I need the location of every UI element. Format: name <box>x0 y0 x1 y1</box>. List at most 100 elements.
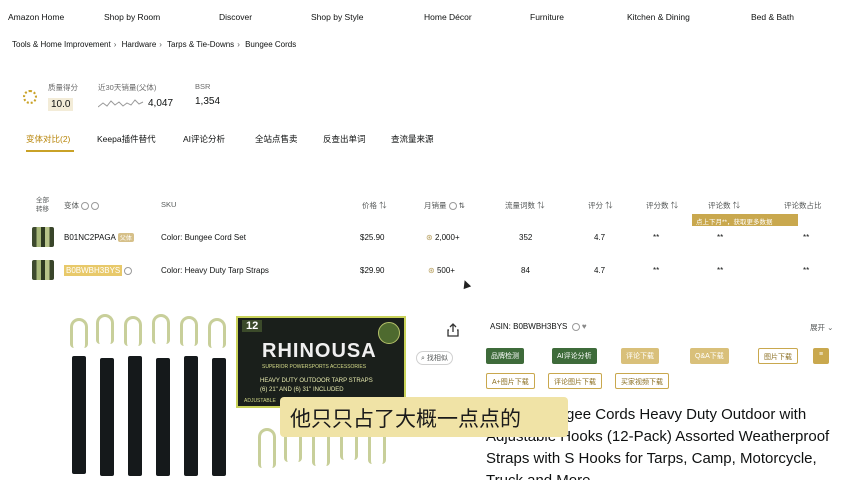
nav-amazon-home[interactable]: Amazon Home <box>8 12 64 22</box>
header-sku: SKU <box>161 200 177 209</box>
nav-bed-bath[interactable]: Bed & Bath <box>751 12 794 22</box>
chevron-right-icon: › <box>159 40 162 49</box>
buyer-video-download-button[interactable]: 买家视频下载 <box>615 373 669 389</box>
sort-icon: ⇅ <box>605 201 613 210</box>
metric-label: BSR <box>195 82 211 91</box>
nav-shop-by-style[interactable]: Shop by Style <box>311 12 363 22</box>
header-variant: 变体 <box>64 200 99 211</box>
metric-label: 质量得分 <box>48 83 78 92</box>
row-price: $29.90 <box>360 266 385 275</box>
hook-shape <box>70 318 88 348</box>
expand-toggle[interactable]: 展开 ⌄ <box>810 322 833 333</box>
mouse-cursor-icon <box>460 278 472 290</box>
nav-discover[interactable]: Discover <box>219 12 252 22</box>
asin-line: ASIN: B0BWBH3BYS ♥ <box>490 322 587 331</box>
row-price: $25.90 <box>360 233 385 242</box>
breadcrumb-item[interactable]: Bungee Cords <box>245 40 296 49</box>
row-reviews: ** <box>717 266 724 275</box>
metric-value: 4,047 <box>148 98 174 109</box>
ai-review-button[interactable]: AI评论分析 <box>552 348 597 364</box>
asin-value[interactable]: B0BWBH3BYS <box>513 322 567 331</box>
nav-home-decor[interactable]: Home Décor <box>424 12 472 22</box>
row-rating: 4.7 <box>594 266 606 275</box>
header-select[interactable]: 全部 转移 <box>36 196 49 214</box>
sort-icon: ⇅ <box>732 201 741 210</box>
info-icon <box>81 202 89 211</box>
metric-label: 近30天销量(父体) <box>98 83 157 92</box>
strap-shape <box>156 358 170 476</box>
sort-icon: ⇅ <box>670 201 679 210</box>
header-review-share: 评论数占比 <box>784 201 822 210</box>
more-menu-icon[interactable]: ≡ <box>813 348 829 364</box>
tab-traffic-source[interactable]: 查流量来源 <box>391 133 434 145</box>
row-review-count: ** <box>653 266 660 275</box>
sort-icon: ⇅ <box>458 201 465 210</box>
breadcrumb-item[interactable]: Tools & Home Improvement <box>12 40 111 49</box>
chevron-right-icon: › <box>113 40 117 49</box>
header-traffic-words[interactable]: 流量词数 ⇅ <box>505 200 545 211</box>
hook-shape <box>96 314 114 344</box>
breadcrumb-item[interactable]: Hardware <box>122 40 157 49</box>
aplus-image-download-button[interactable]: A+图片下载 <box>486 373 535 389</box>
breadcrumb: Tools & Home Improvement › Hardware › Tarp… <box>12 40 296 49</box>
nav-furniture[interactable]: Furniture <box>530 12 564 22</box>
nav-kitchen-dining[interactable]: Kitchen & Dining <box>627 12 690 22</box>
chevron-right-icon: › <box>237 40 240 49</box>
review-image-download-button[interactable]: 评论图片下载 <box>548 373 602 389</box>
parent-badge: 父体 <box>117 233 134 242</box>
share-icon[interactable] <box>446 323 460 337</box>
variant-thumbnail <box>32 260 54 280</box>
header-price[interactable]: 价格 ⇅ <box>362 200 387 211</box>
strap-shape <box>100 358 114 476</box>
quality-score-icon <box>23 90 37 104</box>
row-sku: Color: Heavy Duty Tarp Straps <box>161 266 269 275</box>
trend-icon: ⊛ <box>426 233 433 242</box>
header-monthly-sales[interactable]: 月销量 ⇅ <box>424 200 465 211</box>
metric-value: 1,354 <box>195 96 221 107</box>
strap-shape <box>72 356 86 474</box>
strap-shape <box>212 358 226 476</box>
strap-shape <box>128 356 142 476</box>
tab-variant-compare[interactable]: 变体对比(2) <box>26 133 70 145</box>
hook-shape <box>180 316 198 346</box>
row-asin[interactable]: B0BWBH3BYS <box>64 265 133 276</box>
package-line: HEAVY DUTY OUTDOOR TARP STRAPS <box>260 378 373 384</box>
metric-bsr: BSR 1,354 <box>195 82 220 107</box>
tab-ai-review[interactable]: AI评论分析 <box>183 133 225 145</box>
breadcrumb-item[interactable]: Tarps & Tie-Downs <box>167 40 234 49</box>
row-review-count: ** <box>653 233 660 242</box>
hook-shape <box>152 314 170 344</box>
tab-reverse-keywords[interactable]: 反查出单词 <box>323 133 366 145</box>
row-review-share: ** <box>803 233 810 242</box>
info-icon <box>448 202 457 211</box>
find-similar-button[interactable]: ⌕ 找相似 <box>416 351 453 365</box>
header-review-count[interactable]: 评分数 ⇅ <box>646 200 678 211</box>
nav-shop-by-room[interactable]: Shop by Room <box>104 12 160 22</box>
review-download-button[interactable]: 评论下载 <box>621 348 659 364</box>
row-traffic-words[interactable]: 352 <box>519 233 532 242</box>
row-asin[interactable]: B01NC2PAGA 父体 <box>64 233 134 242</box>
hook-shape <box>124 316 142 346</box>
upgrade-tooltip[interactable]: 点上下月**，获取更多数据 <box>692 214 798 226</box>
metric-value: 10.0 <box>48 98 74 111</box>
copy-icon[interactable] <box>124 266 133 275</box>
qa-download-button[interactable]: Q&A下载 <box>690 348 729 364</box>
heart-icon[interactable]: ♥ <box>582 322 587 331</box>
row-traffic-words[interactable]: 84 <box>521 266 530 275</box>
tab-keepa[interactable]: Keepa插件替代 <box>97 133 156 145</box>
copy-icon[interactable] <box>571 322 580 331</box>
tab-all-sites[interactable]: 全站点售卖 <box>255 133 298 145</box>
sort-icon: ⇅ <box>379 201 387 210</box>
brand-logo: RHINOUSA <box>262 340 377 362</box>
brand-check-button[interactable]: 品牌检测 <box>486 348 524 364</box>
chevron-down-icon: ⌄ <box>827 323 834 332</box>
image-download-button[interactable]: 图片下载 <box>758 348 798 364</box>
header-reviews[interactable]: 评论数 ⇅ <box>708 200 740 211</box>
top-nav: Amazon Home Shop by Room Discover Shop b… <box>0 0 852 34</box>
row-review-share: ** <box>803 266 810 275</box>
pack-count: 12 <box>242 320 263 332</box>
header-rating[interactable]: 评分 ⇅ <box>588 200 613 211</box>
settings-icon[interactable] <box>91 202 99 211</box>
video-subtitle: 他只只占了大概一点点的 <box>280 397 568 437</box>
row-monthly-sales: ⊛ 2,000+ <box>426 233 460 242</box>
